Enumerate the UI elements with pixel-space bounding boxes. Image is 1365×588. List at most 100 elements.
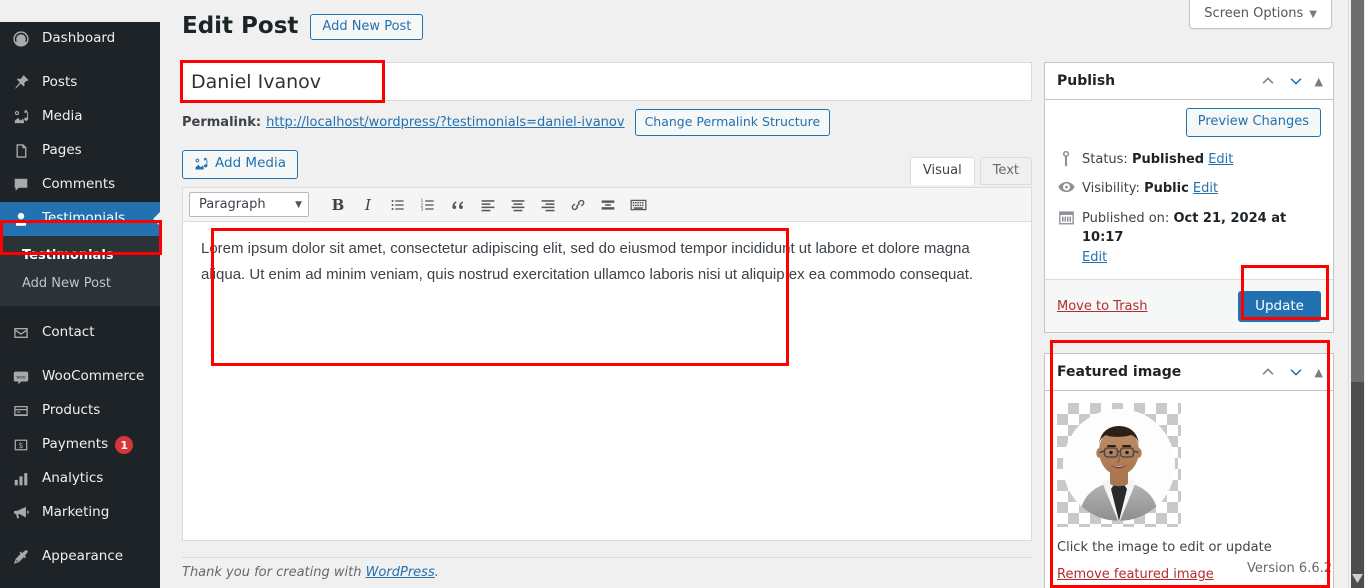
toggle-panel-icon[interactable]: ▲ xyxy=(1315,367,1323,378)
postbox-container: Publish ▲ Preview Changes Status: Publis… xyxy=(1044,62,1334,588)
blockquote-icon[interactable] xyxy=(443,192,473,218)
move-down-icon[interactable] xyxy=(1287,72,1305,90)
svg-text:$: $ xyxy=(18,440,23,450)
align-left-icon[interactable] xyxy=(473,192,503,218)
published-on-label: Published on: xyxy=(1082,210,1170,226)
visibility-edit-link[interactable]: Edit xyxy=(1193,181,1218,196)
sidebar-item-products[interactable]: Products xyxy=(0,394,160,428)
sidebar-item-label: Appearance xyxy=(42,548,124,565)
sidebar-item-marketing[interactable]: Marketing xyxy=(0,496,160,530)
scrollbar-thumb[interactable] xyxy=(1351,0,1364,382)
link-icon[interactable] xyxy=(563,192,593,218)
sidebar-item-label: Marketing xyxy=(42,504,110,521)
italic-icon[interactable]: I xyxy=(353,192,383,218)
footer-thanks-suffix: . xyxy=(434,565,439,580)
media-icon xyxy=(11,107,31,127)
submenu-item-add-new-post[interactable]: Add New Post xyxy=(0,270,160,298)
status-label: Status: xyxy=(1082,151,1128,167)
dashboard-icon xyxy=(11,29,31,49)
sidebar-item-analytics[interactable]: Analytics xyxy=(0,462,160,496)
editor-container: Visual Text Paragraph ▼ B I 1 2 3 Lorem … xyxy=(182,157,1032,541)
align-right-icon[interactable] xyxy=(533,192,563,218)
published-on-text: Published on: Oct 21, 2024 at 10:17 Edit xyxy=(1082,209,1321,268)
sidebar-item-label: Testimonials xyxy=(42,210,126,227)
numbered-list-icon[interactable]: 123 xyxy=(413,192,443,218)
publish-box-handle-actions: ▲ xyxy=(1259,72,1323,90)
publish-box-header: Publish ▲ xyxy=(1045,63,1333,100)
sidebar-item-label: Pages xyxy=(42,142,82,159)
sidebar-item-dashboard[interactable]: Dashboard xyxy=(0,22,160,56)
editor-mode-tabs: Visual Text xyxy=(905,157,1032,185)
featured-image-thumbnail[interactable] xyxy=(1057,403,1181,528)
change-permalink-structure-button[interactable]: Change Permalink Structure xyxy=(634,109,831,136)
sidebar-item-media[interactable]: Media xyxy=(0,100,160,134)
svg-text:woo: woo xyxy=(16,375,25,380)
editor-canvas[interactable]: Lorem ipsum dolor sit amet, consectetur … xyxy=(183,222,1031,540)
wordpress-link[interactable]: WordPress xyxy=(366,565,435,580)
sidebar-item-woocommerce[interactable]: woo WooCommerce xyxy=(0,360,160,394)
scrollbar-track[interactable] xyxy=(1351,382,1364,588)
sidebar-item-payments[interactable]: $ Payments 1 xyxy=(0,428,160,462)
pin-status-icon xyxy=(1057,150,1075,167)
user-icon xyxy=(11,209,31,229)
publish-box-body: Preview Changes Status: Published Edit V… xyxy=(1045,100,1333,279)
sidebar-item-comments[interactable]: Comments xyxy=(0,168,160,202)
read-more-icon[interactable] xyxy=(593,192,623,218)
products-icon xyxy=(11,401,31,421)
chevron-down-icon: ▼ xyxy=(1309,9,1317,20)
sidebar-item-label: Contact xyxy=(42,324,95,341)
remove-featured-image-link[interactable]: Remove featured image xyxy=(1057,567,1214,582)
published-on-edit-link[interactable]: Edit xyxy=(1082,250,1107,265)
move-up-icon[interactable] xyxy=(1259,72,1277,90)
featured-image-hint: Click the image to edit or update xyxy=(1057,540,1272,556)
page-scrollbar[interactable] xyxy=(1348,0,1365,588)
visibility-text: Visibility: Public Edit xyxy=(1082,179,1218,199)
bold-icon[interactable]: B xyxy=(323,192,353,218)
preview-changes-button[interactable]: Preview Changes xyxy=(1185,108,1321,137)
publish-actions: Move to Trash Update xyxy=(1045,279,1333,333)
sidebar-item-contact[interactable]: Contact xyxy=(0,316,160,350)
add-new-post-button[interactable]: Add New Post xyxy=(310,13,424,40)
payments-badge: 1 xyxy=(115,436,134,454)
toggle-panel-icon[interactable]: ▲ xyxy=(1315,76,1323,87)
submenu-item-testimonials[interactable]: Testimonials xyxy=(0,242,160,270)
tab-visual[interactable]: Visual xyxy=(909,157,975,185)
sidebar-item-label: Analytics xyxy=(42,470,104,487)
published-on-row: Published on: Oct 21, 2024 at 10:17 Edit xyxy=(1057,205,1321,274)
featured-image-box-header: Featured image ▲ xyxy=(1045,354,1333,392)
sidebar-item-testimonials[interactable]: Testimonials xyxy=(0,202,161,236)
admin-content: Screen Options ▼ Edit Post Add New Post P… xyxy=(160,0,1365,588)
bulleted-list-icon[interactable] xyxy=(383,192,413,218)
add-media-button[interactable]: Add Media xyxy=(182,150,298,179)
sidebar-item-appearance[interactable]: Appearance xyxy=(0,540,160,574)
move-to-trash-link[interactable]: Move to Trash xyxy=(1057,299,1148,314)
sidebar-item-label: Posts xyxy=(42,74,78,91)
post-title-input[interactable] xyxy=(183,63,1031,100)
preview-row: Preview Changes xyxy=(1057,108,1321,137)
status-edit-link[interactable]: Edit xyxy=(1208,152,1233,167)
screen-options-button[interactable]: Screen Options ▼ xyxy=(1189,0,1332,29)
woo-icon: woo xyxy=(11,367,31,387)
sidebar-item-posts[interactable]: Posts xyxy=(0,66,160,100)
tab-text[interactable]: Text xyxy=(979,157,1032,185)
paragraph-format-select[interactable]: Paragraph ▼ xyxy=(189,192,309,217)
editor-content-area[interactable]: Lorem ipsum dolor sit amet, consectetur … xyxy=(183,222,1031,302)
admin-sidebar: Dashboard Posts Media Pages Comments Tes… xyxy=(0,22,161,588)
visibility-row: Visibility: Public Edit xyxy=(1057,175,1321,205)
wordpress-version: Version 6.6.2 xyxy=(1246,561,1332,576)
toolbar-toggle-icon[interactable] xyxy=(623,192,653,218)
permalink-label: Permalink: xyxy=(182,115,262,130)
update-button[interactable]: Update xyxy=(1238,290,1321,322)
comments-icon xyxy=(11,175,31,195)
move-up-icon[interactable] xyxy=(1259,363,1277,381)
featured-image-box-title: Featured image xyxy=(1057,364,1182,381)
align-center-icon[interactable] xyxy=(503,192,533,218)
appearance-icon xyxy=(11,547,31,567)
move-down-icon[interactable] xyxy=(1287,363,1305,381)
sidebar-item-label: Comments xyxy=(42,176,116,193)
status-text: Status: Published Edit xyxy=(1082,150,1233,170)
editor-box: Paragraph ▼ B I 123 Lorem ipsum dolor si… xyxy=(182,187,1032,541)
permalink-link[interactable]: http://localhost/wordpress/?testimonials… xyxy=(266,115,624,130)
scroll-down-arrow-icon[interactable] xyxy=(1349,570,1365,586)
sidebar-item-pages[interactable]: Pages xyxy=(0,134,160,168)
